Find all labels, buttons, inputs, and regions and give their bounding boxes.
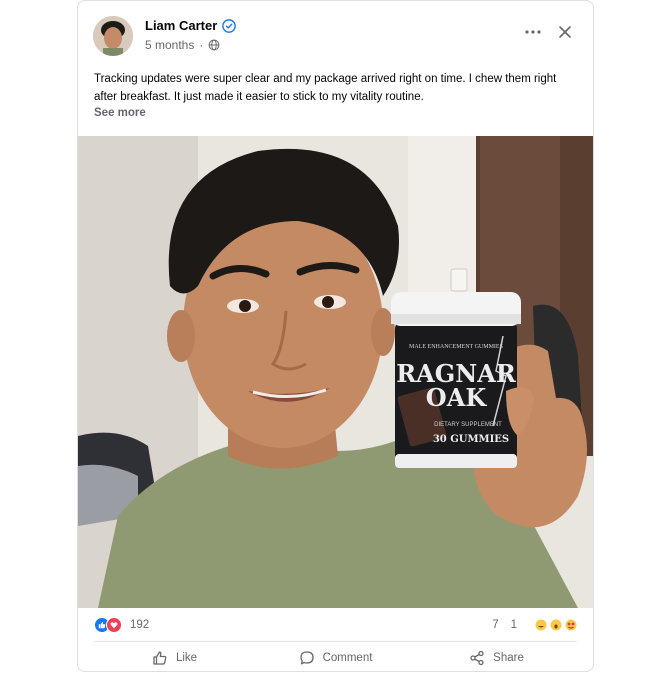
emoji-reactions[interactable]	[535, 619, 577, 631]
close-button[interactable]	[555, 22, 575, 42]
author-name[interactable]: Liam Carter	[145, 18, 217, 33]
jar-count-text: 30 GUMMIES	[433, 434, 509, 445]
globe-icon	[208, 39, 220, 51]
more-options-button[interactable]	[521, 22, 545, 42]
comment-button[interactable]: Comment	[255, 644, 416, 671]
post-header: Liam Carter 5 months ·	[93, 16, 581, 60]
share-label: Share	[493, 652, 524, 664]
wow-emoji-icon	[550, 619, 562, 631]
jar-top-text: MALE ENHANCEMENT GUMMIES	[409, 344, 503, 350]
avatar[interactable]	[93, 16, 133, 56]
jar-brand-line2: OAK	[426, 383, 488, 412]
post-card: Liam Carter 5 months · Tracking updates …	[77, 0, 594, 672]
post-time[interactable]: 5 months	[145, 38, 194, 52]
photo-illustration: MALE ENHANCEMENT GUMMIES RAGNAR OAK DIET…	[78, 136, 593, 608]
avatar-image	[93, 16, 133, 56]
share-icon	[470, 650, 484, 666]
post-actions: Like Comment Share	[94, 644, 577, 671]
love-reaction-icon	[106, 617, 122, 633]
comment-count[interactable]: 7	[492, 619, 498, 631]
jar-sub-text: DIETARY SUPPLEMENT	[434, 422, 502, 428]
reaction-count: 192	[130, 619, 150, 631]
like-button[interactable]: Like	[94, 644, 255, 671]
verified-badge-icon	[222, 18, 237, 33]
more-icon	[525, 30, 541, 34]
actions-divider	[94, 641, 577, 642]
thumbs-up-icon	[153, 651, 167, 665]
post-photo[interactable]: MALE ENHANCEMENT GUMMIES RAGNAR OAK DIET…	[78, 136, 593, 608]
share-button[interactable]: Share	[416, 644, 577, 671]
post-stats: 192 7 1	[94, 615, 577, 635]
reactions-summary[interactable]: 192	[94, 617, 149, 633]
comment-label: Comment	[322, 652, 373, 664]
separator-dot: ·	[199, 38, 204, 52]
like-label: Like	[175, 652, 198, 664]
close-icon	[559, 26, 571, 38]
comment-bubble-icon	[299, 651, 314, 665]
see-more-link[interactable]: See more	[94, 107, 146, 119]
love-eyes-emoji-icon	[565, 619, 577, 631]
laugh-emoji-icon	[535, 619, 547, 631]
post-text: Tracking updates were super clear and my…	[94, 73, 557, 103]
share-count[interactable]: 1	[511, 619, 517, 631]
